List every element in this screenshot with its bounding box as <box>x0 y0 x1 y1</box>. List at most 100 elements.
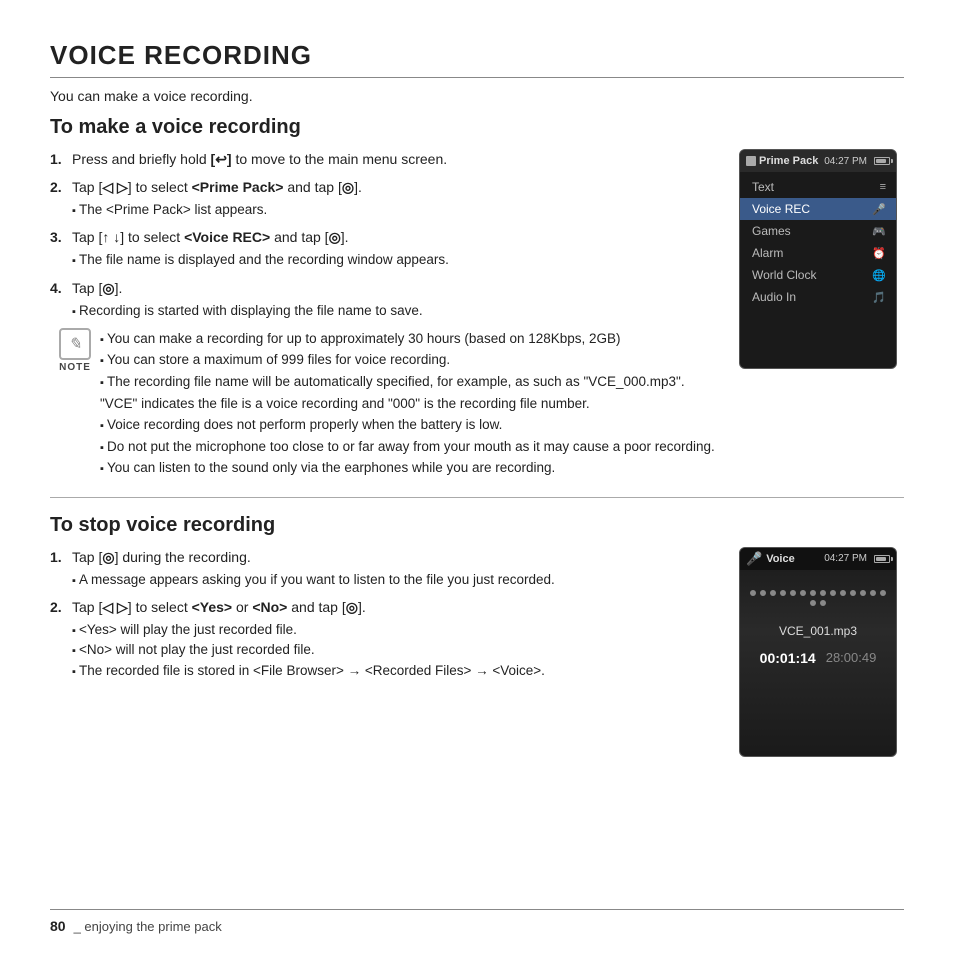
menu-icon-voice-rec: 🎤 <box>872 203 886 216</box>
dot <box>800 590 806 596</box>
section2-step-1-sub: A message appears asking you if you want… <box>72 570 555 590</box>
note-item-3: The recording file name will be automati… <box>100 371 719 414</box>
menu-label-voice-rec: Voice REC <box>752 202 810 216</box>
menu-icon-alarm: ⏰ <box>872 247 886 260</box>
menu-item-world-clock: World Clock 🌐 <box>740 264 896 286</box>
dot <box>780 590 786 596</box>
device2-filename: VCE_001.mp3 <box>740 624 896 638</box>
device-topbar-icon <box>746 156 756 166</box>
menu-label-text: Text <box>752 180 774 194</box>
section2-step-2-sub: <Yes> will play the just recorded file. … <box>72 620 545 681</box>
section-2: To stop voice recording 1. Tap [◎] durin… <box>50 497 904 757</box>
steps-column-1: 1. Press and briefly hold [↩] to move to… <box>50 149 739 487</box>
device-screen-prime-pack: Prime Pack 04:27 PM Text ≡ Vo <box>739 149 897 369</box>
device2-title: Voice <box>766 553 795 565</box>
step-1-num: 1. <box>50 149 72 170</box>
note-block: ✎ NOTE You can make a recording for up t… <box>50 328 719 479</box>
section-2-content: 1. Tap [◎] during the recording. A messa… <box>50 547 904 757</box>
section-2-header: To stop voice recording <box>50 514 904 537</box>
dot <box>840 590 846 596</box>
menu-label-alarm: Alarm <box>752 246 783 260</box>
note-item-6: You can listen to the sound only via the… <box>100 457 719 479</box>
device-topbar-left: Prime Pack <box>746 155 818 167</box>
section2-step-2: 2. Tap [◁ ▷] to select <Yes> or <No> and… <box>50 597 719 681</box>
step-4-sub-1: Recording is started with displaying the… <box>72 301 423 321</box>
device2-dots <box>740 570 896 616</box>
device2-topbar: 🎤 Voice 04:27 PM <box>740 548 896 570</box>
device-topbar-time: 04:27 PM <box>824 156 867 167</box>
dot <box>850 590 856 596</box>
step-3: 3. Tap [↑ ↓] to select <Voice REC> and t… <box>50 227 719 270</box>
note-list: You can make a recording for up to appro… <box>100 328 719 479</box>
step-1-content: Press and briefly hold [↩] to move to th… <box>72 149 447 170</box>
menu-item-text: Text ≡ <box>740 176 896 198</box>
note-icon-wrap: ✎ NOTE <box>50 328 100 373</box>
note-item-5: Do not put the microphone too close to o… <box>100 436 719 458</box>
note-item-2: You can store a maximum of 999 files for… <box>100 349 719 371</box>
device-topbar-title: Prime Pack <box>759 155 818 167</box>
section2-step-2-content: Tap [◁ ▷] to select <Yes> or <No> and ta… <box>72 597 545 681</box>
page-title: VOICE RECORDING <box>50 40 904 78</box>
dot <box>870 590 876 596</box>
step-2: 2. Tap [◁ ▷] to select <Prime Pack> and … <box>50 177 719 220</box>
step-3-content: Tap [↑ ↓] to select <Voice REC> and tap … <box>72 227 449 270</box>
step-3-sub: The file name is displayed and the recor… <box>72 250 449 270</box>
note-item-1: You can make a recording for up to appro… <box>100 328 719 350</box>
battery-icon <box>874 157 890 165</box>
device2-mic-icon: 🎤 <box>746 551 762 567</box>
device2-timer-remaining: 28:00:49 <box>826 650 877 665</box>
device-menu-list: Text ≡ Voice REC 🎤 Games 🎮 Alarm <box>740 172 896 312</box>
page-subtitle: You can make a voice recording. <box>50 88 904 104</box>
note-item-4: Voice recording does not perform properl… <box>100 414 719 436</box>
menu-item-voice-rec: Voice REC 🎤 <box>740 198 896 220</box>
menu-icon-world-clock: 🌐 <box>872 269 886 282</box>
section2-step-1-content: Tap [◎] during the recording. A message … <box>72 547 555 590</box>
device-topbar: Prime Pack 04:27 PM <box>740 150 896 172</box>
note-label: NOTE <box>59 362 91 373</box>
device-mockup-1: Prime Pack 04:27 PM Text ≡ Vo <box>739 149 904 369</box>
device2-time: 04:27 PM <box>824 553 867 564</box>
dot <box>830 590 836 596</box>
step-2-sub: The <Prime Pack> list appears. <box>72 200 362 220</box>
footer-page-number: 80 <box>50 918 66 934</box>
section2-step-2-sub-1: <Yes> will play the just recorded file. <box>72 620 545 640</box>
dot <box>760 590 766 596</box>
step-4-num: 4. <box>50 278 72 321</box>
step-3-num: 3. <box>50 227 72 270</box>
dot <box>770 590 776 596</box>
step-4: 4. Tap [◎]. Recording is started with di… <box>50 278 719 321</box>
device-mockup-2: 🎤 Voice 04:27 PM <box>739 547 904 757</box>
step-4-content: Tap [◎]. Recording is started with displ… <box>72 278 423 321</box>
section-1-header: To make a voice recording <box>50 116 904 139</box>
dot <box>790 590 796 596</box>
page-footer: 80 _ enjoying the prime pack <box>50 909 904 934</box>
section2-step-1-sub-1: A message appears asking you if you want… <box>72 570 555 590</box>
section2-step-2-sub-2: <No> will not play the just recorded fil… <box>72 640 545 660</box>
section-1-content: 1. Press and briefly hold [↩] to move to… <box>50 149 904 487</box>
section-1: To make a voice recording 1. Press and b… <box>50 116 904 487</box>
step-4-sub: Recording is started with displaying the… <box>72 301 423 321</box>
step-2-num: 2. <box>50 177 72 220</box>
menu-item-games: Games 🎮 <box>740 220 896 242</box>
footer-description: _ enjoying the prime pack <box>74 919 222 934</box>
step-3-sub-1: The file name is displayed and the recor… <box>72 250 449 270</box>
menu-label-world-clock: World Clock <box>752 268 816 282</box>
menu-label-audio-in: Audio In <box>752 290 796 304</box>
step-2-content: Tap [◁ ▷] to select <Prime Pack> and tap… <box>72 177 362 220</box>
device-screen-voice: 🎤 Voice 04:27 PM <box>739 547 897 757</box>
dot <box>820 590 826 596</box>
step-1-bold: [↩] <box>211 151 232 167</box>
device2-timer-row: 00:01:14 28:00:49 <box>740 650 896 666</box>
dot <box>880 590 886 596</box>
step-2-sub-1: The <Prime Pack> list appears. <box>72 200 362 220</box>
device2-battery-icon <box>874 555 890 563</box>
section2-step-1-num: 1. <box>50 547 72 590</box>
menu-item-alarm: Alarm ⏰ <box>740 242 896 264</box>
step-1: 1. Press and briefly hold [↩] to move to… <box>50 149 719 170</box>
dot <box>820 600 826 606</box>
page-container: VOICE RECORDING You can make a voice rec… <box>0 0 954 797</box>
device2-timer-main: 00:01:14 <box>760 650 816 666</box>
dot <box>750 590 756 596</box>
section2-step-1: 1. Tap [◎] during the recording. A messa… <box>50 547 719 590</box>
menu-icon-audio-in: 🎵 <box>872 291 886 304</box>
